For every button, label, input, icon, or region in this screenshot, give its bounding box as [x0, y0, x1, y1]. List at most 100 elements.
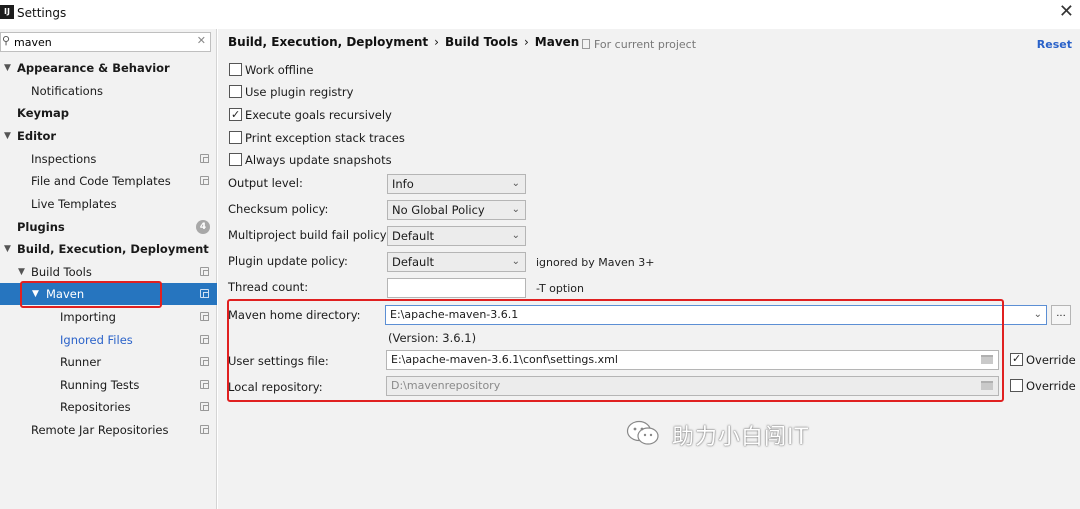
project-scope-icon: [200, 176, 209, 185]
tree-item-label: Live Templates: [31, 197, 117, 211]
project-scope-icon: [200, 425, 209, 434]
chevron-down-icon[interactable]: ▼: [32, 283, 39, 305]
plugin-updates-badge: 4: [196, 220, 210, 234]
output-level-dropdown[interactable]: Info ⌄: [387, 174, 526, 194]
checkbox-label: Work offline: [245, 63, 314, 77]
close-icon[interactable]: ✕: [1059, 2, 1074, 22]
stack-traces-checkbox[interactable]: Print exception stack traces: [229, 130, 405, 148]
settings-sidebar: ⚲ ✕ ▼ Appearance & Behavior Notification…: [0, 29, 217, 509]
clear-icon[interactable]: ✕: [197, 34, 206, 47]
wechat-logo-icon: [626, 420, 659, 445]
tree-item-label: Runner: [60, 355, 102, 369]
plugin-registry-checkbox[interactable]: Use plugin registry: [229, 84, 353, 102]
checkbox-box[interactable]: [229, 107, 242, 123]
tree-item-editor[interactable]: ▼ Editor: [0, 125, 217, 147]
plugin-update-hint: ignored by Maven 3+: [536, 256, 655, 269]
thread-count-hint: -T option: [536, 282, 584, 295]
settings-search[interactable]: ⚲ ✕: [0, 32, 211, 52]
tree-item-build-tools[interactable]: ▼ Build Tools: [0, 261, 217, 283]
folder-icon[interactable]: [981, 381, 993, 390]
chevron-down-icon: ⌄: [511, 178, 520, 189]
project-scope-icon: [200, 402, 209, 411]
tree-item-inspections[interactable]: Inspections: [0, 148, 217, 170]
folder-icon[interactable]: [981, 355, 993, 364]
checkbox-label: Always update snapshots: [245, 153, 392, 167]
user-settings-value: E:\apache-maven-3.6.1\conf\settings.xml: [391, 353, 618, 366]
checkbox-label: Override: [1026, 353, 1076, 367]
browse-button[interactable]: ...: [1051, 305, 1071, 325]
tree-item-keymap[interactable]: Keymap: [0, 102, 217, 124]
project-scope-icon: [200, 267, 209, 276]
tree-item-runner[interactable]: Runner: [0, 351, 217, 373]
tree-item-build-execution-deployment[interactable]: ▼ Build, Execution, Deployment: [0, 238, 217, 260]
tree-item-notifications[interactable]: Notifications: [0, 80, 217, 102]
chevron-down-icon[interactable]: ▼: [4, 57, 11, 79]
scope-label: For current project: [594, 38, 697, 51]
tree-item-label: Importing: [60, 310, 116, 324]
chevron-down-icon[interactable]: ▼: [4, 125, 11, 147]
tree-item-ignored-files[interactable]: Ignored Files: [0, 329, 217, 351]
tree-item-label: Build Tools: [31, 265, 92, 279]
local-repo-override-checkbox[interactable]: Override: [1010, 379, 1076, 393]
chevron-down-icon[interactable]: ▼: [4, 238, 11, 260]
checkbox-box[interactable]: [229, 63, 242, 76]
user-settings-field[interactable]: E:\apache-maven-3.6.1\conf\settings.xml: [386, 350, 999, 370]
dropdown-value: No Global Policy: [392, 203, 485, 217]
local-repo-value: D:\mavenrepository: [391, 379, 501, 392]
thread-count-label: Thread count:: [228, 280, 309, 294]
dropdown-value: Default: [392, 229, 435, 243]
dropdown-value: Info: [392, 177, 414, 191]
goals-recursively-checkbox[interactable]: Execute goals recursively: [229, 107, 392, 125]
chevron-down-icon: ⌄: [511, 204, 520, 215]
tree-item-running-tests[interactable]: Running Tests: [0, 374, 217, 396]
checkbox-label: Execute goals recursively: [245, 108, 392, 122]
multiproject-fail-dropdown[interactable]: Default ⌄: [387, 226, 526, 246]
search-input[interactable]: [14, 34, 194, 50]
project-scope-icon: [200, 357, 209, 366]
checksum-policy-dropdown[interactable]: No Global Policy ⌄: [387, 200, 526, 220]
tree-item-label: Maven: [46, 287, 85, 301]
checkbox-box[interactable]: [1010, 352, 1023, 366]
chevron-down-icon: ⌄: [511, 256, 520, 267]
checkbox-box[interactable]: [229, 153, 242, 166]
breadcrumb-separator: ›: [523, 35, 529, 49]
checkbox-label: Print exception stack traces: [245, 131, 405, 145]
thread-count-input[interactable]: [387, 278, 526, 298]
search-icon: ⚲: [2, 34, 11, 47]
tree-item-label: Running Tests: [60, 378, 140, 392]
tree-item-label: Build, Execution, Deployment: [17, 242, 209, 256]
user-settings-override-checkbox[interactable]: Override: [1010, 352, 1076, 367]
user-settings-label: User settings file:: [228, 354, 329, 368]
update-snapshots-checkbox[interactable]: Always update snapshots: [229, 152, 392, 170]
tree-item-label: Keymap: [17, 106, 69, 120]
project-scope-icon: [200, 154, 209, 163]
title-bar: IJ Settings ✕: [0, 0, 1080, 27]
tree-item-maven[interactable]: ▼ Maven: [0, 283, 217, 305]
checkbox-box[interactable]: [229, 85, 242, 98]
tree-item-label: Appearance & Behavior: [17, 61, 170, 75]
maven-home-combo[interactable]: E:\apache-maven-3.6.1 ⌄: [385, 305, 1047, 325]
checkbox-box[interactable]: [1010, 379, 1023, 392]
multiproject-fail-label: Multiproject build fail policy:: [228, 228, 390, 242]
tree-item-live-templates[interactable]: Live Templates: [0, 193, 217, 215]
work-offline-checkbox[interactable]: Work offline: [229, 62, 314, 80]
tree-item-remote-jar-repositories[interactable]: Remote Jar Repositories: [0, 419, 217, 441]
project-scope-icon: [200, 312, 209, 321]
chevron-down-icon[interactable]: ⌄: [1034, 306, 1042, 324]
tree-item-plugins[interactable]: Plugins 4: [0, 216, 217, 238]
tree-item-importing[interactable]: Importing: [0, 306, 217, 328]
watermark-text: 助力小白闯IT: [672, 425, 809, 450]
checkbox-box[interactable]: [229, 131, 242, 144]
local-repo-field[interactable]: D:\mavenrepository: [386, 376, 999, 396]
maven-home-value: E:\apache-maven-3.6.1: [390, 308, 519, 321]
tree-item-repositories[interactable]: Repositories: [0, 396, 217, 418]
tree-item-appearance-behavior[interactable]: ▼ Appearance & Behavior: [0, 57, 217, 79]
tree-item-label: Repositories: [60, 400, 131, 414]
checkbox-label: Override: [1026, 379, 1076, 393]
reset-link[interactable]: Reset: [1037, 38, 1072, 51]
plugin-update-dropdown[interactable]: Default ⌄: [387, 252, 526, 272]
local-repo-label: Local repository:: [228, 380, 323, 394]
output-level-label: Output level:: [228, 176, 303, 190]
chevron-down-icon[interactable]: ▼: [18, 261, 25, 283]
tree-item-file-code-templates[interactable]: File and Code Templates: [0, 170, 217, 192]
